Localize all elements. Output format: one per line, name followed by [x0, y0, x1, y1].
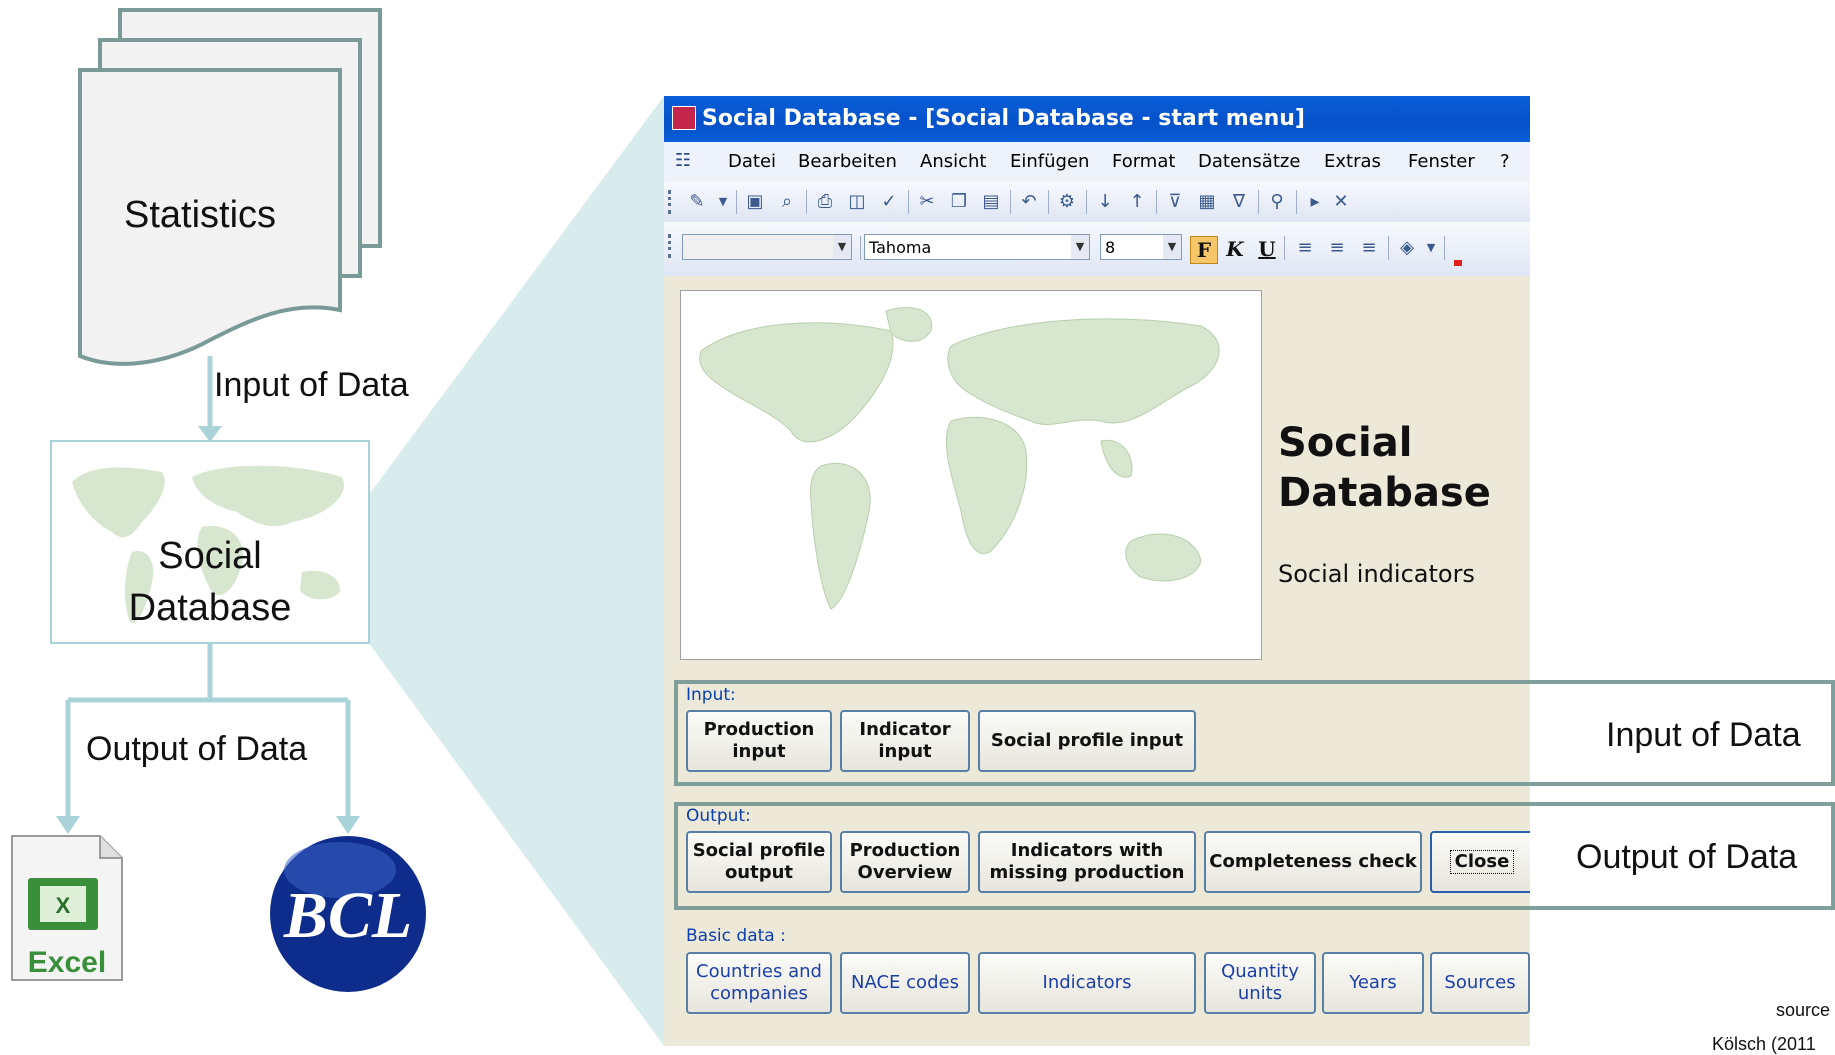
social-database-box: Social Database — [50, 440, 370, 644]
filter-by-selection-icon[interactable]: ⊽ — [1164, 191, 1186, 213]
menu-ansicht[interactable]: Ansicht — [920, 151, 986, 172]
object-combo[interactable]: ▼ — [682, 234, 852, 260]
statistics-label: Statistics — [124, 194, 277, 236]
save-icon[interactable]: ▣ — [744, 191, 766, 213]
source-line2: Kölsch (2011 — [1712, 1034, 1816, 1054]
menu-datensaetze[interactable]: Datensätze — [1198, 151, 1300, 172]
basic-data-section-label: Basic data : — [686, 926, 786, 946]
font-size-arrow-icon[interactable]: ▼ — [1163, 235, 1181, 259]
menu-datei[interactable]: Datei — [728, 151, 776, 172]
design-view-icon[interactable]: ✎ — [686, 191, 708, 213]
countries-companies-line1: Countries and — [696, 961, 822, 982]
world-map-graphic — [699, 307, 1220, 610]
copy-icon[interactable]: ❐ — [948, 191, 970, 213]
font-size-combo[interactable]: 8 ▼ — [1100, 234, 1182, 260]
font-name-arrow-icon[interactable]: ▼ — [1071, 235, 1089, 259]
countries-companies-line2: companies — [710, 983, 808, 1004]
view-dropdown-icon[interactable]: ▼ — [712, 191, 734, 213]
toolbar-grip — [668, 190, 674, 214]
undo-icon[interactable]: ↶ — [1018, 191, 1040, 213]
menu-extras[interactable]: Extras — [1324, 151, 1381, 172]
cut-icon[interactable]: ✂ — [916, 191, 938, 213]
database-label-line1: Social — [158, 535, 262, 577]
object-combo-arrow-icon[interactable]: ▼ — [833, 235, 851, 259]
filter-by-form-icon[interactable]: ▦ — [1196, 191, 1218, 213]
access-app-icon — [672, 106, 696, 130]
years-label: Years — [1349, 972, 1397, 993]
excel-label: Excel — [27, 946, 107, 979]
svg-text:X: X — [56, 893, 71, 918]
find-icon[interactable]: ⚲ — [1266, 191, 1288, 213]
start-menu-form: Social Database Social indicators Input:… — [664, 276, 1530, 1046]
sources-button[interactable]: Sources — [1430, 952, 1530, 1014]
menu-help[interactable]: ? — [1500, 151, 1510, 172]
excel-arrowhead — [56, 816, 80, 834]
menu-format[interactable]: Format — [1112, 151, 1175, 172]
menu-fenster[interactable]: Fenster — [1408, 151, 1475, 172]
italic-button[interactable]: K — [1222, 236, 1248, 262]
quantity-units-line2: units — [1237, 983, 1283, 1004]
statistics-document-stack — [78, 8, 382, 366]
print-icon[interactable]: ⎙ — [814, 191, 836, 213]
database-label-line2: Database — [128, 587, 292, 629]
title-bar: Social Database - [Social Database - sta… — [664, 96, 1530, 142]
menu-einfuegen[interactable]: Einfügen — [1010, 151, 1089, 172]
standard-toolbar: ✎ ▼ ▣ ⌕ ⎙ ◫ ✓ ✂ ❐ ▤ ↶ ⚙ ↓ ↑ ⊽ ▦ ∇ ⚲ ▸ ✕ — [664, 182, 1530, 223]
paste-icon[interactable]: ▤ — [980, 191, 1002, 213]
sort-ascending-icon[interactable]: ↓ — [1094, 191, 1116, 213]
bold-button[interactable]: F — [1190, 236, 1218, 264]
sort-descending-icon[interactable]: ↑ — [1126, 191, 1148, 213]
database-label: Social Database — [52, 530, 368, 634]
apply-filter-icon[interactable]: ∇ — [1228, 191, 1250, 213]
office-links-icon[interactable]: ⚙ — [1056, 191, 1078, 213]
indicators-label: Indicators — [1042, 972, 1132, 993]
menu-bar: ☷ Datei Bearbeiten Ansicht Einfügen Form… — [664, 142, 1530, 182]
world-map-image — [680, 290, 1262, 660]
nace-codes-label: NACE codes — [851, 972, 959, 993]
window-title: Social Database - [Social Database - sta… — [702, 106, 1305, 131]
formatting-toolbar-grip — [668, 234, 674, 258]
output-of-data-label: Output of Data — [86, 730, 308, 768]
nace-codes-button[interactable]: NACE codes — [840, 952, 970, 1014]
countries-companies-button[interactable]: Countries and companies — [686, 952, 832, 1014]
search-file-icon[interactable]: ⌕ — [776, 191, 798, 213]
font-name-value: Tahoma — [869, 238, 932, 257]
align-center-icon[interactable]: ≡ — [1326, 237, 1348, 259]
indicators-button[interactable]: Indicators — [978, 952, 1196, 1014]
menu-bearbeiten[interactable]: Bearbeiten — [798, 151, 897, 172]
delete-record-icon[interactable]: ✕ — [1330, 191, 1352, 213]
new-record-icon[interactable]: ▸ — [1304, 191, 1326, 213]
input-of-data-annotation: Input of Data — [1606, 716, 1801, 754]
input-of-data-label: Input of Data — [214, 366, 409, 404]
years-button[interactable]: Years — [1322, 952, 1424, 1014]
form-title-line1: Social — [1278, 420, 1413, 466]
menu-grip-icon: ☷ — [674, 150, 692, 171]
quantity-units-line1: Quantity — [1221, 961, 1299, 982]
fill-color-dropdown-icon[interactable]: ▼ — [1420, 237, 1442, 259]
font-color-swatch[interactable] — [1454, 260, 1462, 266]
quantity-units-button[interactable]: Quantity units — [1204, 952, 1316, 1014]
form-title: Social Database — [1278, 418, 1518, 518]
bcl-label: BCL — [283, 879, 413, 952]
output-of-data-annotation: Output of Data — [1576, 838, 1798, 876]
align-left-icon[interactable]: ≡ — [1294, 237, 1316, 259]
align-right-icon[interactable]: ≡ — [1358, 237, 1380, 259]
fill-color-icon[interactable]: ◈ — [1396, 237, 1418, 259]
spelling-icon[interactable]: ✓ — [878, 191, 900, 213]
form-title-line2: Database — [1278, 470, 1491, 516]
sources-label: Sources — [1444, 972, 1516, 993]
source-line1: source — [1776, 1000, 1831, 1020]
print-preview-icon[interactable]: ◫ — [846, 191, 868, 213]
bcl-arrowhead — [336, 816, 360, 834]
formatting-toolbar: ▼ Tahoma ▼ 8 ▼ F K U ≡ ≡ ≡ ◈ ▼ — [664, 222, 1530, 277]
font-size-value: 8 — [1105, 238, 1116, 257]
form-subtitle: Social indicators — [1278, 560, 1475, 588]
underline-button[interactable]: U — [1254, 236, 1280, 262]
font-name-combo[interactable]: Tahoma ▼ — [864, 234, 1090, 260]
